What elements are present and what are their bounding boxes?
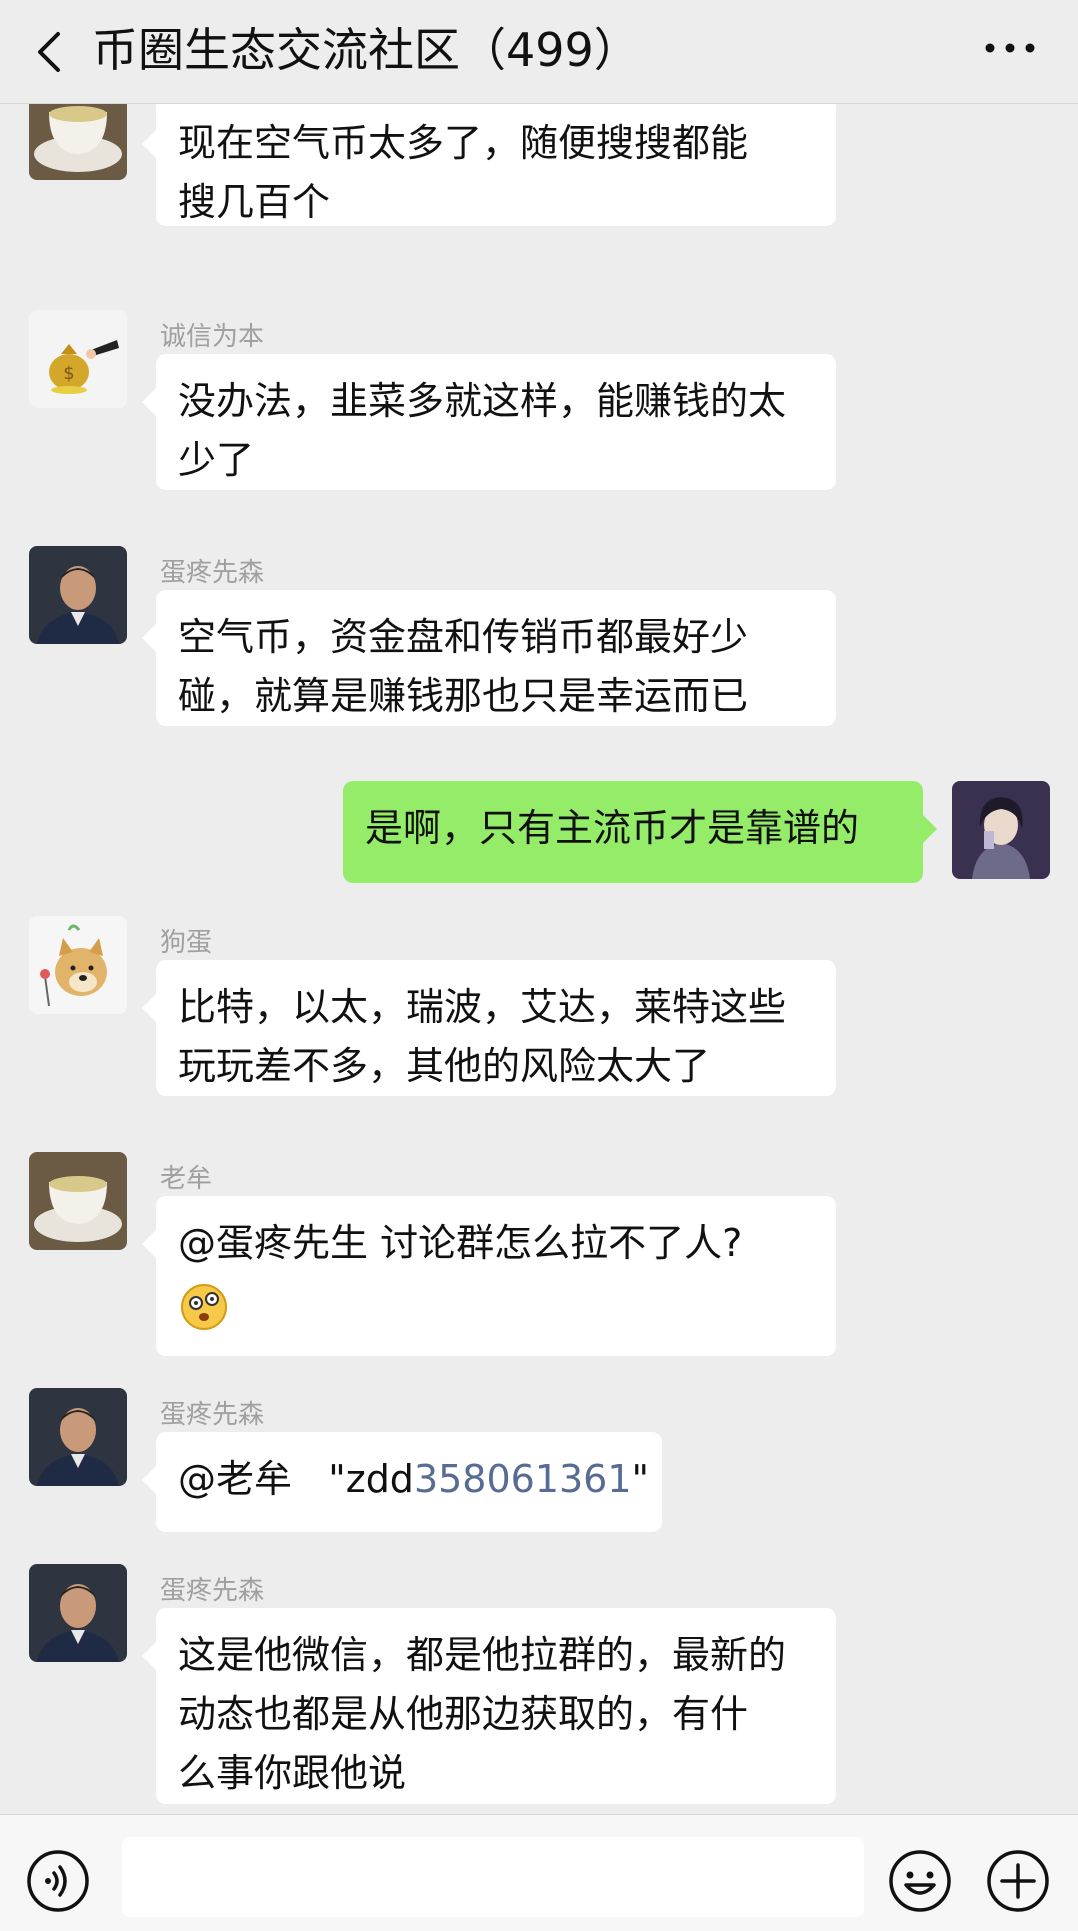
message-line: 玩玩差不多，其他的风险太大了: [178, 1044, 711, 1088]
sender-name: 蛋疼先森: [160, 1576, 265, 1606]
message-line: 动态也都是从他那边获取的，有什: [178, 1692, 749, 1736]
chat-header: 币圈生态交流社区（499）: [0, 0, 1078, 104]
avatar-teacup[interactable]: [29, 104, 127, 180]
message-bubble[interactable]: 这是他微信，都是他拉群的，最新的 动态也都是从他那边获取的，有什 么事你跟他说: [142, 1608, 836, 1804]
avatar-doge[interactable]: [29, 916, 127, 1014]
id-prefix: "zdd: [328, 1457, 414, 1501]
message-line: 么事你跟他说: [178, 1751, 407, 1795]
message-line: 少了: [178, 438, 255, 482]
chat-title: 币圈生态交流社区（499）: [92, 23, 640, 77]
avatar-man-portrait[interactable]: [29, 1388, 127, 1486]
message-line: 这是他微信，都是他拉群的，最新的: [178, 1633, 787, 1677]
avatar-man-portrait[interactable]: [29, 1564, 127, 1662]
message-line: 碰，就算是赚钱那也只是幸运而已: [178, 674, 749, 718]
voice-icon[interactable]: [26, 1849, 90, 1913]
avatar-teacup[interactable]: [29, 1152, 127, 1250]
avatar-money-bag[interactable]: $: [29, 310, 127, 408]
svg-text:$: $: [63, 363, 74, 384]
chevron-left-icon[interactable]: [28, 28, 76, 76]
input-bar: [0, 1814, 1078, 1931]
message-bubble[interactable]: 比特，以太，瑞波，艾达，莱特这些 玩玩差不多，其他的风险太大了: [142, 960, 836, 1096]
message-line: 空气币，资金盘和传销币都最好少: [178, 615, 749, 659]
emoji-icon[interactable]: [888, 1849, 952, 1913]
id-suffix: ": [631, 1457, 650, 1501]
message-bubble[interactable]: @蛋疼先生 讨论群怎么拉不了人?: [142, 1196, 836, 1356]
avatar-anime-character[interactable]: [952, 781, 1050, 879]
message-line: 没办法，韭菜多就这样，能赚钱的太: [178, 379, 787, 423]
message-bubble[interactable]: @老牟 "zdd358061361": [142, 1432, 662, 1532]
message-line: @蛋疼先生 讨论群怎么拉不了人?: [178, 1221, 743, 1265]
sender-name: 诚信为本: [160, 322, 265, 352]
message-bubble[interactable]: 没办法，韭菜多就这样，能赚钱的太 少了: [142, 354, 836, 490]
message-list: 现在空气币太多了，随便搜搜都能 搜几百个 $ 诚信为本 没办法，韭菜多就这样，能…: [0, 104, 1078, 1814]
sender-name: 狗蛋: [160, 928, 213, 958]
message-bubble[interactable]: 空气币，资金盘和传销币都最好少 碰，就算是赚钱那也只是幸运而已: [142, 590, 836, 726]
more-dots-icon[interactable]: [980, 24, 1040, 72]
message-line: 搜几百个: [178, 180, 331, 224]
dizzy-face-emoji: [178, 1273, 814, 1332]
plus-icon[interactable]: [986, 1849, 1050, 1913]
message-bubble-self[interactable]: 是啊，只有主流币才是靠谱的: [343, 781, 937, 883]
sender-name: 老牟: [160, 1164, 213, 1194]
wechat-id-link[interactable]: 358061361: [414, 1457, 632, 1501]
message-input[interactable]: [122, 1837, 864, 1917]
sender-name: 蛋疼先森: [160, 1400, 265, 1430]
message-line: @老牟 "zdd358061361": [178, 1450, 649, 1509]
message-line: 比特，以太，瑞波，艾达，莱特这些: [178, 985, 787, 1029]
message-bubble[interactable]: 现在空气币太多了，随便搜搜都能 搜几百个: [142, 104, 836, 226]
sender-name: 蛋疼先森: [160, 558, 265, 588]
avatar-man-portrait[interactable]: [29, 546, 127, 644]
message-line: 现在空气币太多了，随便搜搜都能: [178, 121, 749, 165]
mention-text: @老牟: [178, 1457, 293, 1501]
message-line: 是啊，只有主流币才是靠谱的: [365, 806, 860, 850]
